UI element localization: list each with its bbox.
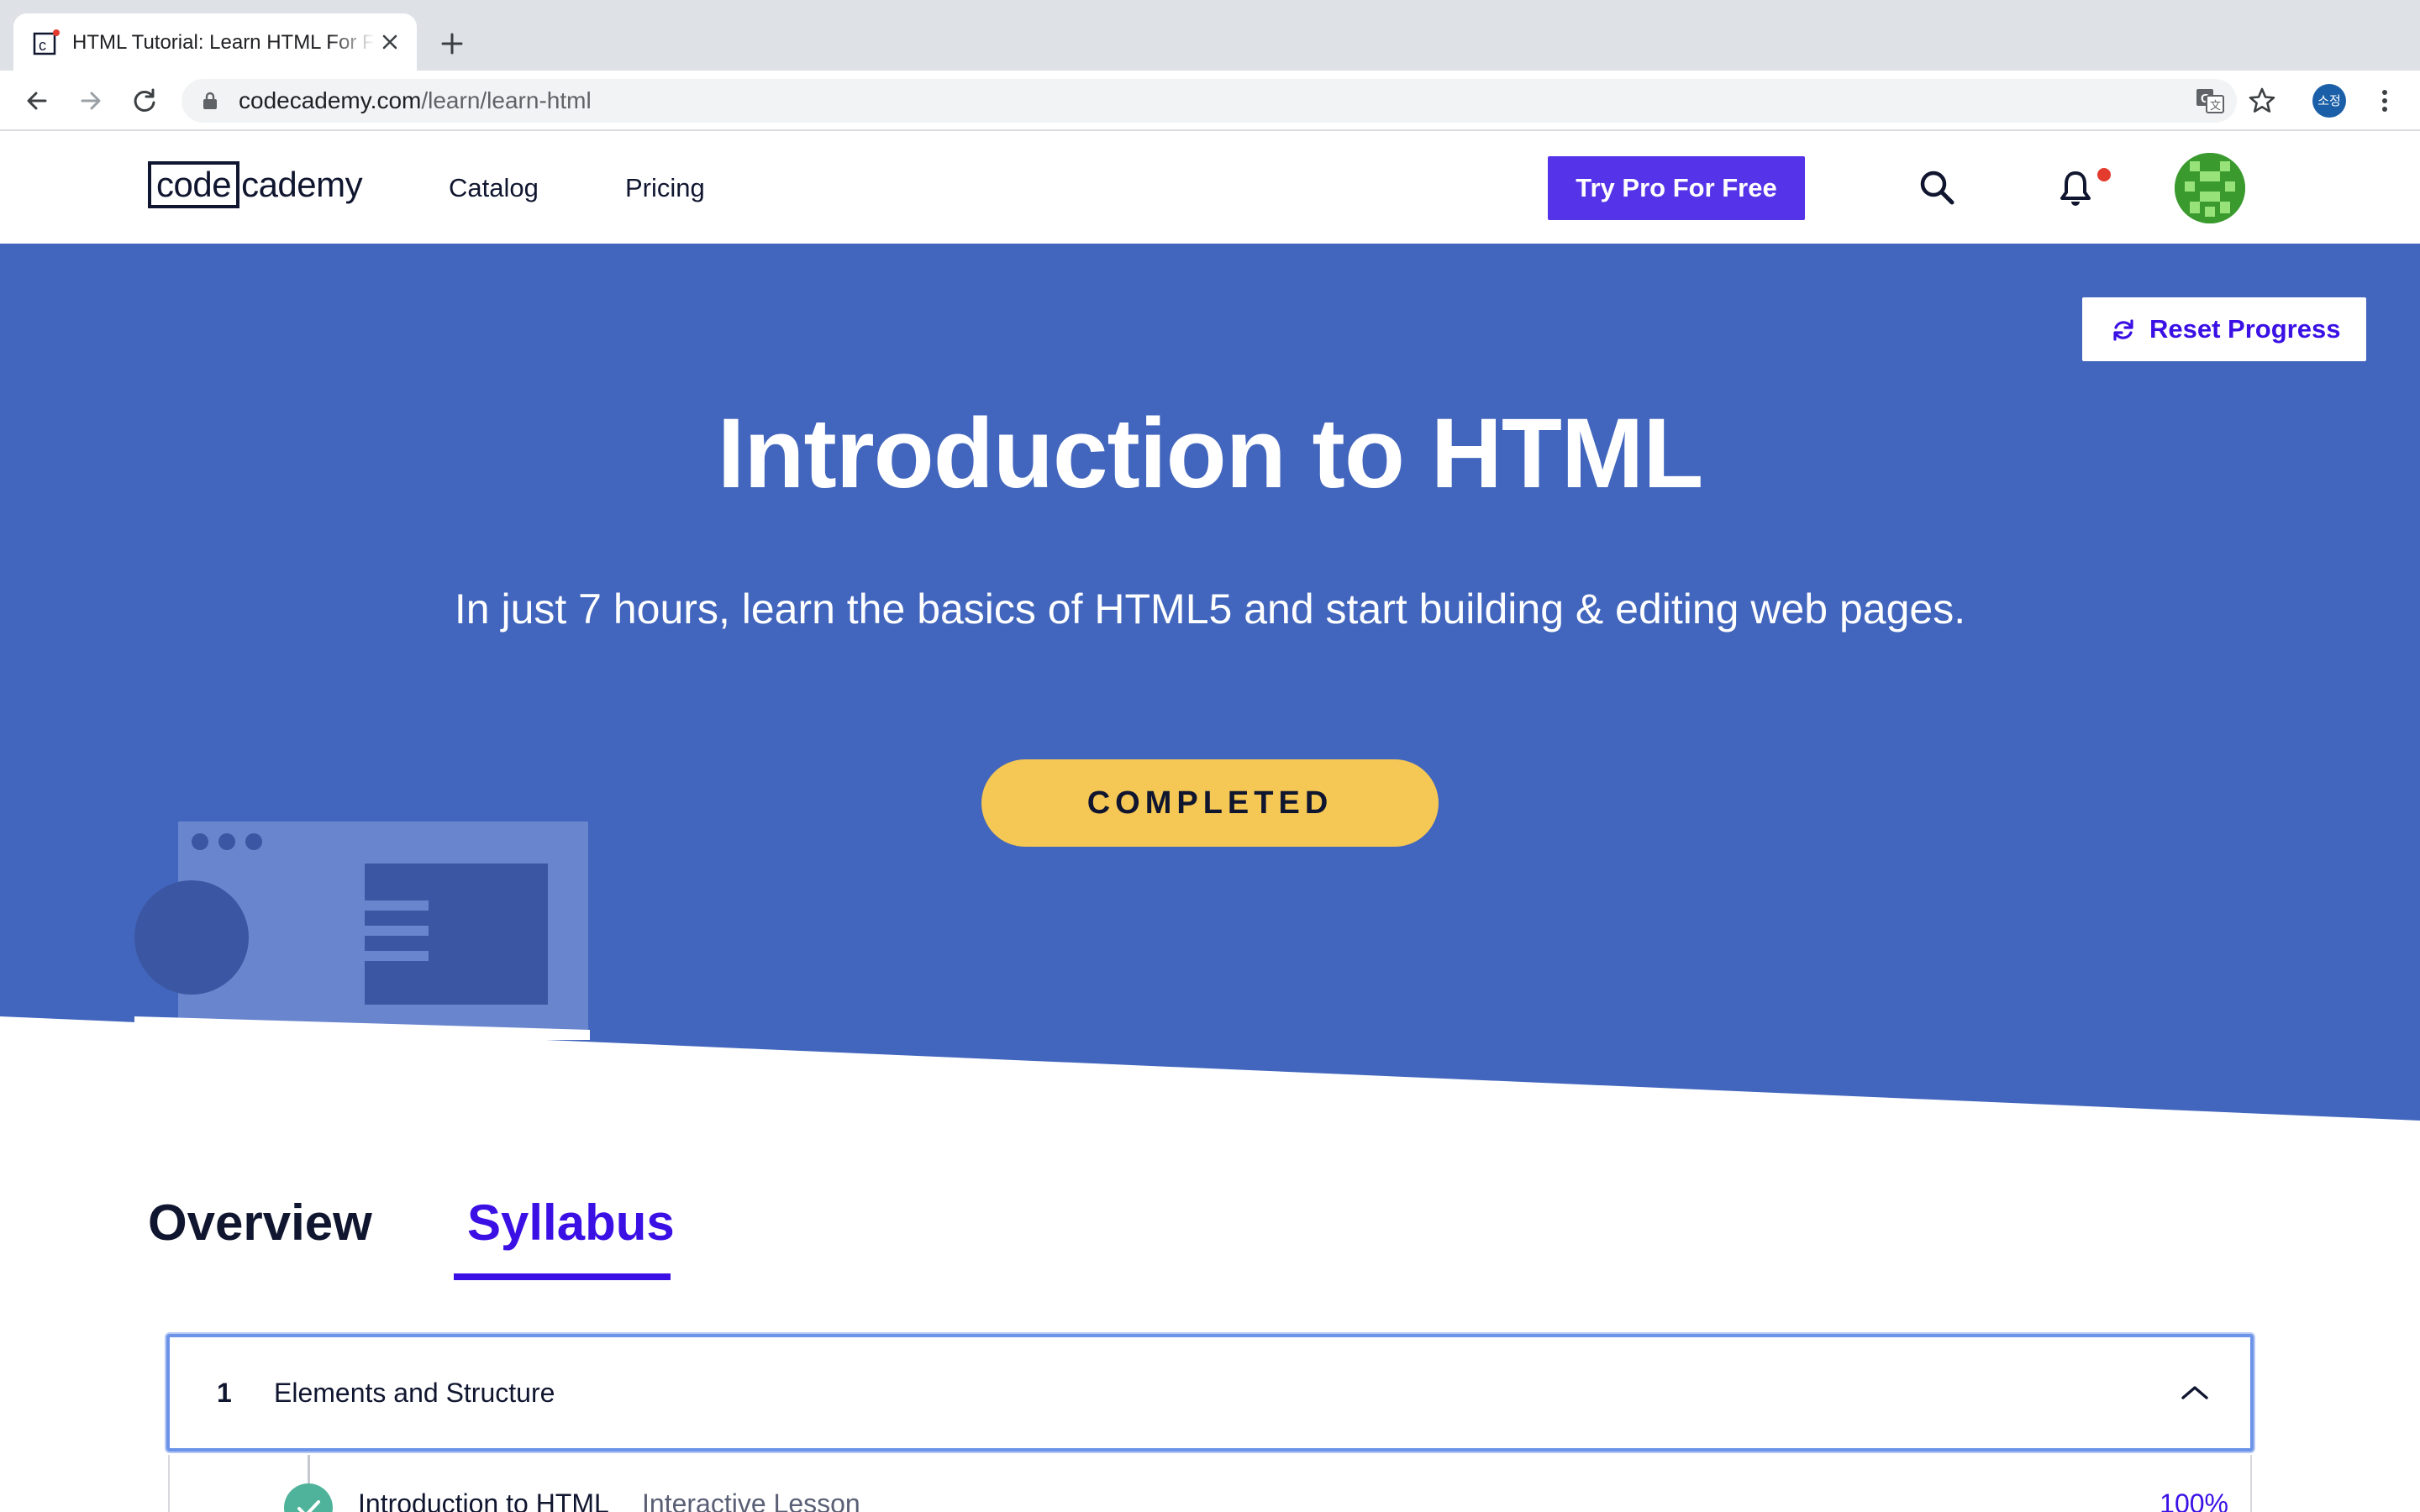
lesson-complete-badge bbox=[284, 1483, 333, 1512]
lesson-name[interactable]: Introduction to HTML bbox=[358, 1487, 609, 1512]
chevron-up-icon[interactable] bbox=[2178, 1379, 2212, 1406]
bell-icon[interactable] bbox=[2054, 166, 2097, 210]
svg-text:c: c bbox=[39, 37, 46, 54]
nav-catalog[interactable]: Catalog bbox=[449, 171, 539, 205]
try-pro-button[interactable]: Try Pro For Free bbox=[1548, 156, 1805, 220]
lesson-type: Interactive Lesson bbox=[642, 1488, 860, 1512]
codecademy-logo[interactable]: code cademy bbox=[148, 160, 363, 210]
address-bar[interactable]: codecademy.com/learn/learn-html bbox=[182, 79, 2237, 123]
refresh-icon bbox=[2113, 319, 2133, 341]
module-accordion-header[interactable]: 1 Elements and Structure bbox=[166, 1334, 2254, 1452]
avatar-pattern-icon bbox=[2175, 153, 2245, 223]
url-text[interactable]: codecademy.com/learn/learn-html bbox=[239, 79, 592, 123]
new-tab-plus-icon[interactable] bbox=[434, 25, 471, 62]
lock-icon[interactable] bbox=[200, 91, 220, 111]
hero-section: Reset Progress Introduction to HTML In j… bbox=[0, 244, 2420, 1126]
notification-dot bbox=[2097, 168, 2111, 181]
close-icon[interactable] bbox=[376, 29, 403, 55]
translate-icon[interactable]: G 文 bbox=[2193, 84, 2227, 118]
lesson-list: Introduction to HTML Interactive Lesson … bbox=[168, 1455, 2252, 1512]
browser-toolbar: codecademy.com/learn/learn-html bbox=[0, 71, 2420, 131]
back-icon[interactable] bbox=[20, 84, 54, 118]
star-icon[interactable] bbox=[2245, 84, 2279, 118]
lesson-progress: 100% bbox=[2160, 1488, 2228, 1512]
logo-rest-text: cademy bbox=[241, 165, 363, 204]
completed-button[interactable]: COMPLETED bbox=[981, 759, 1439, 847]
url-host: codecademy.com bbox=[239, 87, 422, 113]
course-subtitle: In just 7 hours, learn the basics of HTM… bbox=[454, 585, 1966, 633]
site-header: code cademy Catalog Pricing Try Pro For F… bbox=[0, 133, 2420, 244]
search-icon[interactable] bbox=[1916, 166, 1960, 210]
browser-profile-avatar[interactable]: 소정 bbox=[2312, 84, 2346, 118]
reload-icon[interactable] bbox=[128, 84, 161, 118]
browser-tab-strip: c HTML Tutorial: Learn HTML For Free | C… bbox=[0, 0, 2420, 71]
browser-illustration bbox=[134, 822, 590, 1040]
tab-overview[interactable]: Overview bbox=[148, 1193, 372, 1253]
user-avatar[interactable] bbox=[2175, 153, 2245, 223]
reset-progress-label: Reset Progress bbox=[2149, 314, 2341, 344]
codecademy-favicon-icon: c bbox=[33, 29, 60, 55]
reset-progress-button[interactable]: Reset Progress bbox=[2082, 297, 2366, 361]
svg-text:文: 文 bbox=[2210, 100, 2221, 113]
active-tab-indicator bbox=[454, 1273, 671, 1280]
forward-icon[interactable] bbox=[74, 84, 108, 118]
url-path: /learn/learn-html bbox=[421, 87, 592, 113]
nav-pricing[interactable]: Pricing bbox=[625, 171, 705, 205]
browser-tab[interactable]: c HTML Tutorial: Learn HTML For Free | C… bbox=[13, 13, 417, 71]
module-title: Elements and Structure bbox=[274, 1378, 555, 1408]
tab-syllabus[interactable]: Syllabus bbox=[467, 1193, 675, 1253]
module-number: 1 bbox=[217, 1378, 232, 1408]
browser-tab-title: HTML Tutorial: Learn HTML For Free | Cod… bbox=[72, 31, 375, 54]
menu-icon[interactable] bbox=[2368, 84, 2402, 118]
check-icon bbox=[297, 1500, 320, 1512]
course-title: Introduction to HTML bbox=[717, 398, 1704, 509]
logo-box-text: code bbox=[148, 161, 240, 208]
